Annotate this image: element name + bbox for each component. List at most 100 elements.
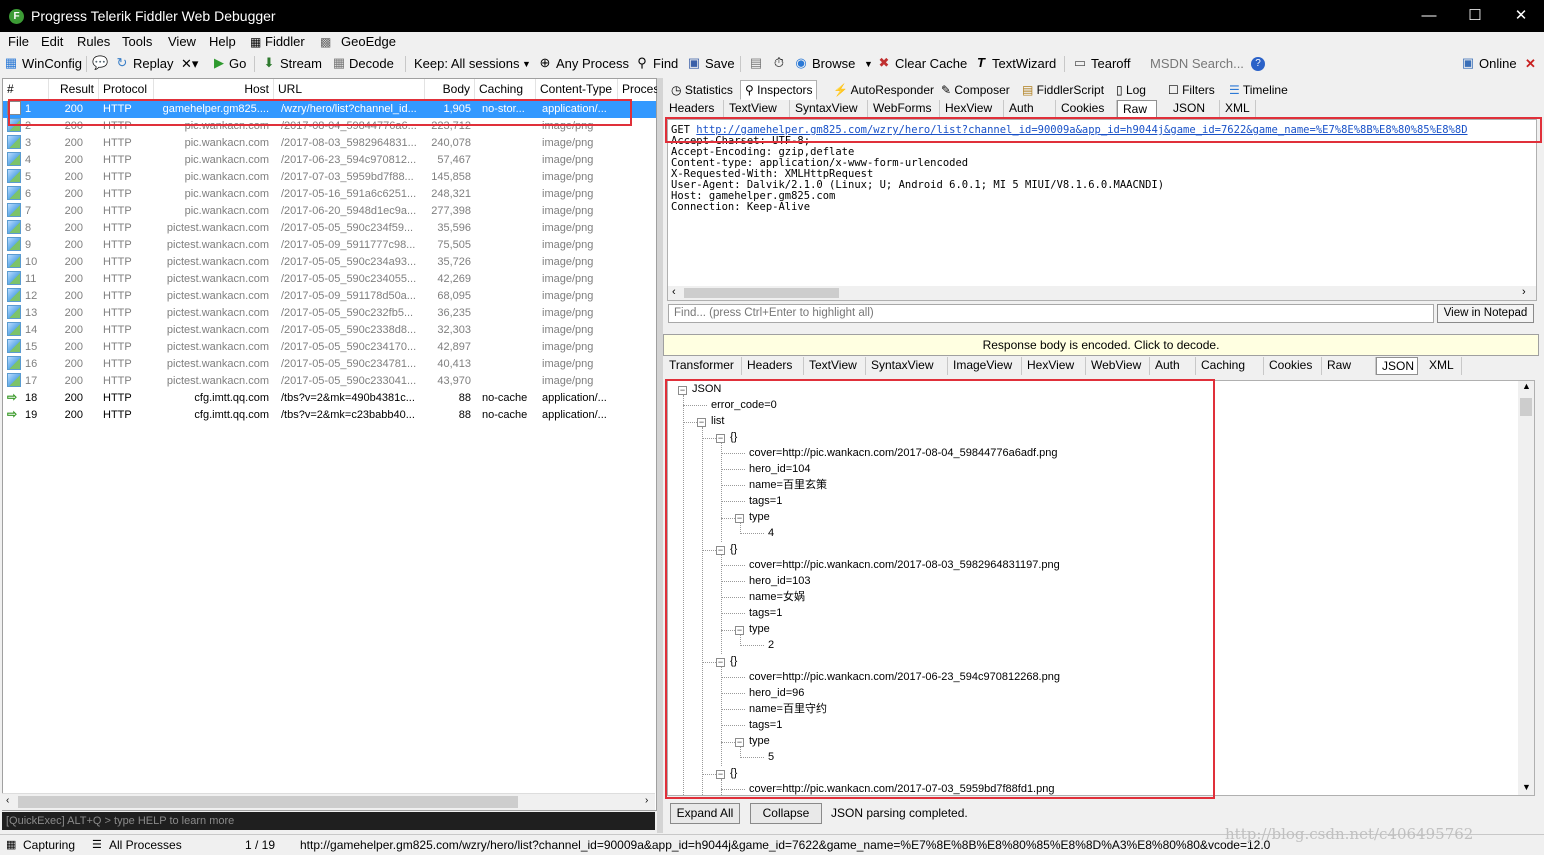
response-tab-textview[interactable]: TextView: [804, 357, 866, 375]
session-row[interactable]: 16 200 HTTP pictest.wankacn.com/2017-05-05_…: [3, 356, 656, 373]
session-row[interactable]: 17 200 HTTP pictest.wankacn.com/2017-05-05_…: [3, 373, 656, 390]
menu-help[interactable]: Help: [209, 34, 236, 50]
scroll-right-icon[interactable]: ›: [645, 795, 648, 806]
timer-icon[interactable]: ⏱: [771, 55, 787, 71]
json-name[interactable]: name=百里玄策: [749, 478, 827, 492]
request-tab-xml[interactable]: XML: [1220, 100, 1256, 118]
request-tab-webforms[interactable]: WebForms: [868, 100, 940, 118]
json-error-code[interactable]: error_code=0: [711, 398, 777, 412]
session-row[interactable]: 15 200 HTTP pictest.wankacn.com/2017-05-05_…: [3, 339, 656, 356]
column-header-content-type[interactable]: Content-Type: [536, 79, 618, 99]
column-header-url[interactable]: URL: [274, 79, 425, 99]
collapse-node-icon[interactable]: −: [678, 386, 687, 395]
json-name[interactable]: name=百里守约: [749, 702, 827, 716]
json-type-value[interactable]: 2: [768, 638, 774, 652]
chevron-down-icon[interactable]: ▼: [522, 55, 531, 73]
close-window-button[interactable]: ✕: [1498, 0, 1544, 32]
chevron-down-icon[interactable]: ▼: [864, 55, 873, 73]
find-input[interactable]: Find... (press Ctrl+Enter to highlight a…: [668, 304, 1434, 323]
scrollbar-thumb[interactable]: [18, 796, 518, 808]
collapse-node-icon[interactable]: −: [716, 546, 725, 555]
request-hscrollbar[interactable]: ‹ ›: [668, 286, 1536, 300]
menu-geoedge[interactable]: GeoEdge: [341, 34, 396, 50]
tab-filters[interactable]: ☐ Filters: [1163, 80, 1220, 100]
json-type-value[interactable]: 5: [768, 750, 774, 764]
json-type-node[interactable]: type: [749, 510, 770, 524]
tab-statistics[interactable]: ◷ Statistics: [666, 80, 738, 100]
session-row[interactable]: 13 200 HTTP pictest.wankacn.com/2017-05-05_…: [3, 305, 656, 322]
crosshair-icon[interactable]: ⊕: [537, 55, 553, 71]
json-hero-id[interactable]: hero_id=104: [749, 462, 810, 476]
request-tab-json[interactable]: JSON: [1168, 100, 1220, 118]
collapse-node-icon[interactable]: −: [716, 434, 725, 443]
json-cover[interactable]: cover=http://pic.wankacn.com/2017-07-03_…: [749, 782, 1054, 795]
response-tab-cookies[interactable]: Cookies: [1264, 357, 1322, 375]
collapse-button[interactable]: Collapse: [750, 803, 822, 824]
json-tags[interactable]: tags=1: [749, 718, 782, 732]
close-icon[interactable]: ✕: [1525, 55, 1536, 73]
collapse-node-icon[interactable]: −: [735, 738, 744, 747]
session-row[interactable]: 5 200 HTTP pic.wankacn.com/2017-07-03_5959b…: [3, 169, 656, 186]
screenshot-icon[interactable]: ▤: [748, 55, 764, 71]
json-tree-view[interactable]: − JSON error_code=0− list −{} cover=http://pi…: [667, 380, 1535, 796]
request-tab-raw[interactable]: Raw: [1117, 100, 1157, 118]
menu-fiddler[interactable]: Fiddler: [265, 34, 305, 50]
json-tags[interactable]: tags=1: [749, 494, 782, 508]
column-header-number[interactable]: #: [3, 79, 49, 99]
scroll-up-icon[interactable]: ▲: [1522, 381, 1531, 391]
go-button[interactable]: Go: [229, 55, 246, 73]
tab-autoresponder[interactable]: ⚡ AutoResponder: [828, 80, 939, 100]
json-hero-id[interactable]: hero_id=103: [749, 574, 810, 588]
json-tags[interactable]: tags=1: [749, 606, 782, 620]
session-row[interactable]: 4 200 HTTP pic.wankacn.com/2017-06-23_594c9…: [3, 152, 656, 169]
collapse-node-icon[interactable]: −: [716, 770, 725, 779]
column-header-caching[interactable]: Caching: [475, 79, 536, 99]
all-processes-filter[interactable]: All Processes: [109, 838, 182, 852]
any-process-button[interactable]: Any Process: [556, 55, 629, 73]
decode-button[interactable]: Decode: [349, 55, 394, 73]
textwizard-button[interactable]: TextWizard: [992, 55, 1056, 73]
tearoff-button[interactable]: Tearoff: [1091, 55, 1131, 73]
json-object-node[interactable]: {}: [730, 766, 737, 780]
json-object-node[interactable]: {}: [730, 430, 737, 444]
scrollbar-thumb[interactable]: [1520, 398, 1532, 416]
request-tab-syntaxview[interactable]: SyntaxView: [790, 100, 868, 118]
comment-icon[interactable]: 💬: [92, 55, 108, 71]
online-status[interactable]: Online: [1479, 55, 1517, 73]
response-tab-json[interactable]: JSON: [1376, 357, 1418, 375]
browse-button[interactable]: Browse: [812, 55, 855, 73]
request-raw-view[interactable]: GET http://gamehelper.gm825.com/wzry/her…: [667, 119, 1537, 301]
session-row[interactable]: 6 200 HTTP pic.wankacn.com/2017-05-16_591a6…: [3, 186, 656, 203]
scroll-left-icon[interactable]: ‹: [6, 795, 9, 806]
json-name[interactable]: name=女娲: [749, 590, 805, 604]
session-row[interactable]: 14 200 HTTP pictest.wankacn.com/2017-05-05_…: [3, 322, 656, 339]
request-tab-cookies[interactable]: Cookies: [1056, 100, 1117, 118]
request-tab-auth[interactable]: Auth: [1004, 100, 1056, 118]
view-in-notepad-button[interactable]: View in Notepad: [1437, 304, 1534, 323]
response-tab-imageview[interactable]: ImageView: [948, 357, 1022, 375]
json-cover[interactable]: cover=http://pic.wankacn.com/2017-08-03_…: [749, 558, 1060, 572]
menu-rules[interactable]: Rules: [77, 34, 110, 50]
scroll-left-icon[interactable]: ‹: [672, 286, 676, 298]
response-tab-syntaxview[interactable]: SyntaxView: [866, 357, 948, 375]
stream-button[interactable]: Stream: [280, 55, 322, 73]
tab-log[interactable]: ▯ Log: [1111, 80, 1151, 100]
session-row[interactable]: 3 200 HTTP pic.wankacn.com/2017-08-03_59829…: [3, 135, 656, 152]
response-tab-caching[interactable]: Caching: [1196, 357, 1264, 375]
tab-inspectors[interactable]: ⚲ Inspectors: [740, 80, 818, 100]
session-row[interactable]: ⇨ 18 200 HTTP cfg.imtt.qq.com/tbs?v=2&mk=490…: [3, 390, 656, 407]
json-type-value[interactable]: 4: [768, 526, 774, 540]
response-tab-headers[interactable]: Headers: [742, 357, 804, 375]
pane-splitter[interactable]: [657, 78, 663, 833]
minimize-button[interactable]: —: [1406, 0, 1452, 32]
tab-fiddlerscript[interactable]: ▤ FiddlerScript: [1017, 80, 1109, 100]
column-header-body[interactable]: Body: [425, 79, 475, 99]
session-row[interactable]: 11 200 HTTP pictest.wankacn.com/2017-05-05_…: [3, 271, 656, 288]
response-tab-transformer[interactable]: Transformer: [664, 357, 742, 375]
session-row[interactable]: 1 200 HTTP gamehelper.gm825.... /wzry/hero/l…: [3, 101, 656, 118]
session-row[interactable]: 7 200 HTTP pic.wankacn.com/2017-06-20_5948d…: [3, 203, 656, 220]
scrollbar-thumb[interactable]: [684, 288, 839, 298]
session-row[interactable]: 9 200 HTTP pictest.wankacn.com/2017-05-09_5…: [3, 237, 656, 254]
json-hero-id[interactable]: hero_id=96: [749, 686, 804, 700]
json-type-node[interactable]: type: [749, 734, 770, 748]
